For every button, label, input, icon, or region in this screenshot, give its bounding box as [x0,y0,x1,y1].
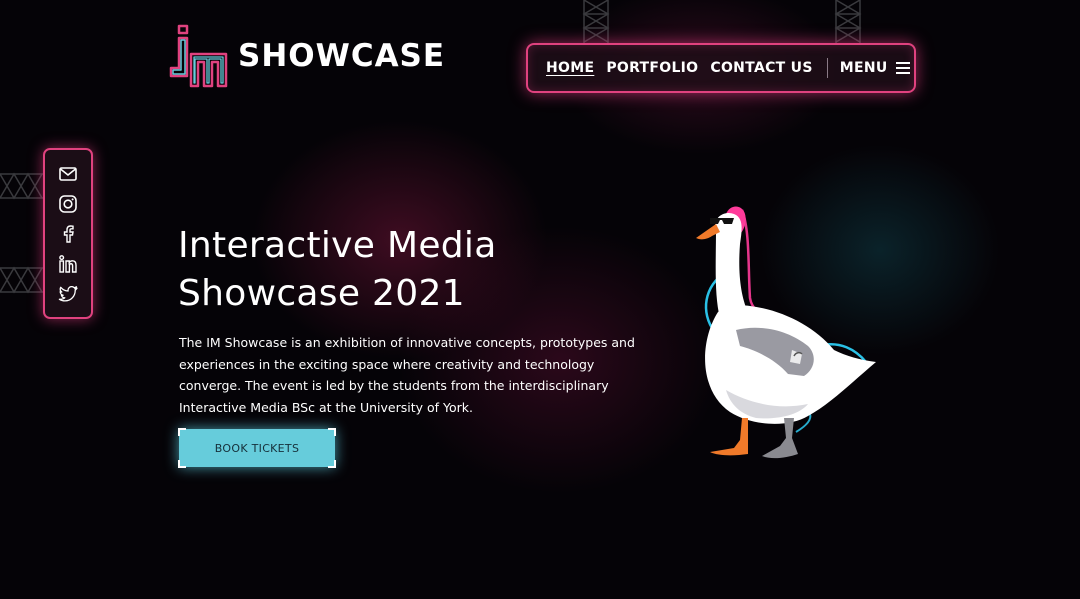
hero-title: Interactive Media Showcase 2021 [178,222,497,318]
menu-button[interactable]: MENU [840,59,910,77]
hero-description: The IM Showcase is an exhibition of inno… [179,335,635,415]
instagram-icon[interactable] [58,194,78,214]
hero-title-line-2: Showcase 2021 [178,273,465,314]
book-tickets-label: BOOK TICKETS [214,441,300,455]
nav-contact-link[interactable]: CONTACT US [710,60,812,76]
logo-text: SHOWCASE [238,38,446,74]
main-nav: HOME PORTFOLIO CONTACT US MENU [526,43,916,93]
stage-truss-left [582,0,610,44]
linkedin-icon[interactable] [58,254,78,274]
goose-illustration [696,206,876,459]
twitter-icon[interactable] [58,284,78,304]
page: SHOWCASE HOME PORTFOLIO CONTACT US MENU … [0,0,1080,599]
button-corner-tl [178,428,186,436]
facebook-icon[interactable] [58,224,78,244]
book-tickets-button[interactable]: BOOK TICKETS [178,428,336,468]
button-corner-bl [178,460,186,468]
site-logo[interactable]: SHOWCASE [168,24,445,88]
stage-truss-side-bottom [0,266,44,294]
stage-truss-right [834,0,862,44]
nav-divider [826,58,828,78]
nav-home-link[interactable]: HOME [546,60,594,76]
social-links-bar [43,148,93,319]
hero-title-line-1: Interactive Media [178,225,497,266]
stage-truss-side-top [0,172,44,200]
button-corner-br [328,460,336,468]
menu-label: MENU [839,60,888,76]
im-logo-mark-icon [169,24,228,88]
hamburger-icon [895,59,910,77]
mail-icon[interactable] [58,164,78,184]
nav-portfolio-link[interactable]: PORTFOLIO [606,60,698,76]
button-corner-tr [328,428,336,436]
